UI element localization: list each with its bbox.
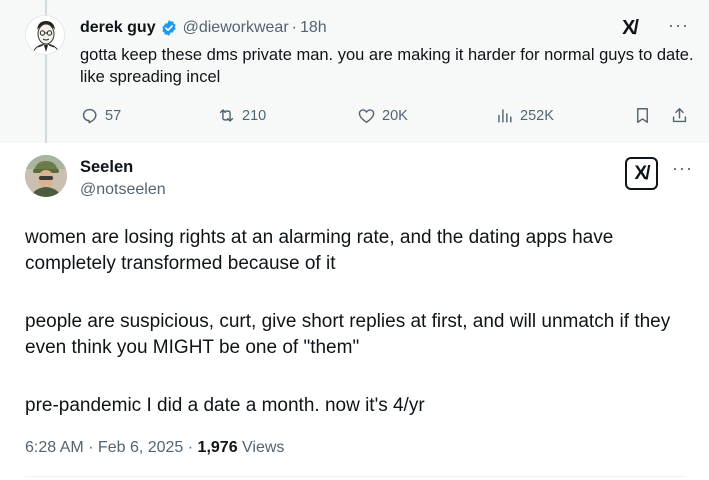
tweet-time[interactable]: 6:28 AM [25, 439, 84, 456]
bar-chart-icon [498, 109, 512, 123]
tweet-text-paragraph: pre-pandemic I did a date a month. now i… [25, 395, 425, 416]
author-handle[interactable]: @notseelen [80, 181, 166, 199]
author-handle[interactable]: @dieworkwear [183, 19, 289, 37]
more-options-icon[interactable]: ··· [668, 15, 689, 36]
repost-button[interactable]: 210 [217, 106, 266, 125]
grok-icon[interactable]: X/ [625, 157, 658, 190]
author-name[interactable]: derek guy [80, 19, 156, 37]
divider [25, 476, 684, 477]
repost-icon [219, 109, 234, 122]
separator-dot: · [183, 439, 198, 456]
author-name[interactable]: Seelen [80, 158, 133, 177]
parent-tweet[interactable]: derek guy @dieworkwear · 18h X/ ··· gott… [0, 0, 709, 143]
parent-tweet-text: gotta keep these dms private man. you ar… [80, 46, 694, 86]
grok-icon[interactable]: X/ [622, 17, 639, 40]
like-button[interactable]: 20K [357, 106, 408, 125]
views-count: 252K [520, 107, 554, 124]
tweet-date[interactable]: Feb 6, 2025 [98, 439, 183, 456]
bookmark-button[interactable] [633, 106, 658, 125]
separator-dot: · [83, 439, 98, 456]
tweet-text-paragraph: women are losing rights at an alarming r… [25, 227, 614, 274]
heart-icon [358, 109, 375, 123]
views-label: Views [237, 439, 285, 456]
avatar[interactable] [25, 155, 67, 197]
tweet-metadata: 6:28 AM · Feb 6, 2025 · 1,976 Views [25, 439, 284, 457]
reply-icon [82, 108, 97, 124]
parent-tweet-header: derek guy @dieworkwear · 18h X/ ··· [80, 15, 689, 40]
tweet-timestamp[interactable]: 18h [300, 19, 327, 37]
views-count[interactable]: 1,976 [198, 439, 238, 456]
share-icon [672, 108, 687, 123]
tweet-text-paragraph: people are suspicious, curt, give short … [25, 311, 671, 358]
more-options-icon[interactable]: ··· [672, 158, 693, 179]
separator-dot: · [291, 19, 297, 36]
bookmark-icon [637, 108, 648, 123]
reply-button[interactable]: 57 [80, 106, 121, 125]
avatar[interactable] [25, 15, 65, 55]
views-button[interactable]: 252K [495, 106, 554, 125]
reply-count: 57 [105, 107, 122, 124]
like-count: 20K [382, 107, 408, 124]
repost-count: 210 [242, 107, 267, 124]
share-button[interactable] [670, 106, 695, 125]
verified-badge-icon [160, 19, 178, 37]
tweet-actions-bar: 57 210 20K 252K [80, 106, 695, 128]
